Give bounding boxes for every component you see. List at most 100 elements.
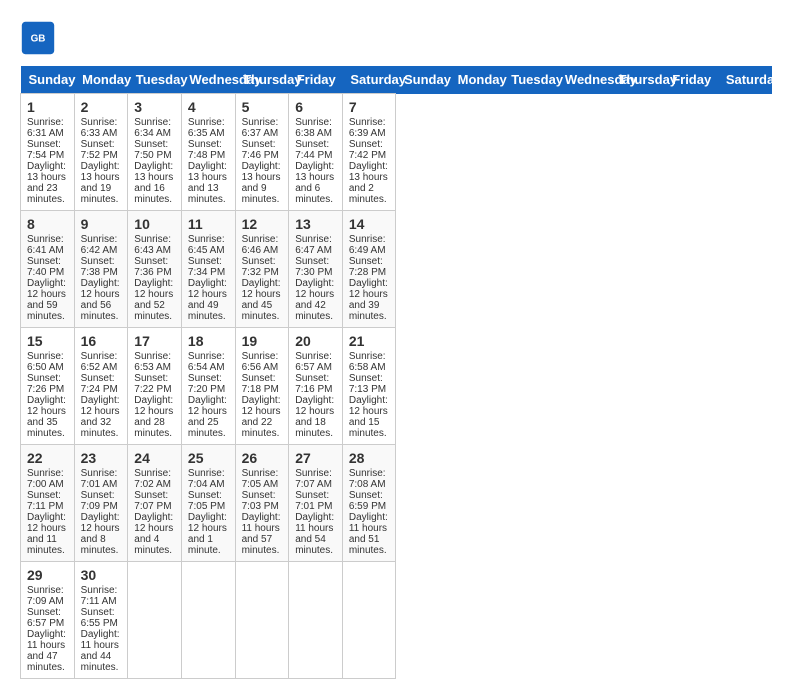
day-number: 28	[349, 450, 390, 466]
table-row: 12Sunrise: 6:46 AMSunset: 7:32 PMDayligh…	[235, 211, 289, 328]
daylight-text: Daylight: 12 hours and 32 minutes.	[81, 395, 120, 439]
table-row: 29Sunrise: 7:09 AMSunset: 6:57 PMDayligh…	[21, 562, 75, 679]
sunrise-text: Sunrise: 7:08 AM	[349, 468, 386, 490]
sunrise-text: Sunrise: 7:04 AM	[188, 468, 225, 490]
calendar-week-row: 1Sunrise: 6:31 AMSunset: 7:54 PMDaylight…	[21, 94, 772, 211]
daylight-text: Daylight: 11 hours and 57 minutes.	[242, 512, 281, 556]
sunrise-text: Sunrise: 7:01 AM	[81, 468, 118, 490]
daylight-text: Daylight: 12 hours and 4 minutes.	[134, 512, 173, 556]
day-number: 5	[242, 99, 283, 115]
sunset-text: Sunset: 6:59 PM	[349, 490, 386, 512]
day-number: 30	[81, 567, 122, 583]
sunset-text: Sunset: 7:46 PM	[242, 139, 279, 161]
daylight-text: Daylight: 12 hours and 59 minutes.	[27, 278, 66, 322]
daylight-text: Daylight: 12 hours and 28 minutes.	[134, 395, 173, 439]
sunset-text: Sunset: 7:42 PM	[349, 139, 386, 161]
header-thursday: Thursday	[235, 66, 289, 94]
sunset-text: Sunset: 7:54 PM	[27, 139, 64, 161]
calendar-header-row: SundayMondayTuesdayWednesdayThursdayFrid…	[21, 66, 772, 94]
table-row: 15Sunrise: 6:50 AMSunset: 7:26 PMDayligh…	[21, 328, 75, 445]
table-row: 25Sunrise: 7:04 AMSunset: 7:05 PMDayligh…	[181, 445, 235, 562]
sunset-text: Sunset: 7:34 PM	[188, 256, 225, 278]
sunrise-text: Sunrise: 7:05 AM	[242, 468, 279, 490]
sunset-text: Sunset: 7:11 PM	[27, 490, 64, 512]
sunrise-text: Sunrise: 6:57 AM	[295, 351, 332, 373]
sunrise-text: Sunrise: 6:41 AM	[27, 234, 64, 256]
sunset-text: Sunset: 7:22 PM	[134, 373, 171, 395]
sunrise-text: Sunrise: 6:31 AM	[27, 117, 64, 139]
daylight-text: Daylight: 11 hours and 51 minutes.	[349, 512, 388, 556]
table-row: 10Sunrise: 6:43 AMSunset: 7:36 PMDayligh…	[128, 211, 182, 328]
calendar-week-row: 8Sunrise: 6:41 AMSunset: 7:40 PMDaylight…	[21, 211, 772, 328]
sunset-text: Sunset: 7:09 PM	[81, 490, 118, 512]
table-row: 27Sunrise: 7:07 AMSunset: 7:01 PMDayligh…	[289, 445, 343, 562]
daylight-text: Daylight: 13 hours and 23 minutes.	[27, 161, 66, 205]
table-row: 26Sunrise: 7:05 AMSunset: 7:03 PMDayligh…	[235, 445, 289, 562]
header-thursday: Thursday	[611, 66, 665, 94]
day-number: 20	[295, 333, 336, 349]
sunset-text: Sunset: 7:32 PM	[242, 256, 279, 278]
sunset-text: Sunset: 7:01 PM	[295, 490, 332, 512]
sunrise-text: Sunrise: 7:07 AM	[295, 468, 332, 490]
calendar-week-row: 15Sunrise: 6:50 AMSunset: 7:26 PMDayligh…	[21, 328, 772, 445]
day-number: 7	[349, 99, 390, 115]
daylight-text: Daylight: 12 hours and 1 minute.	[188, 512, 227, 556]
daylight-text: Daylight: 12 hours and 25 minutes.	[188, 395, 227, 439]
sunset-text: Sunset: 7:44 PM	[295, 139, 332, 161]
sunset-text: Sunset: 7:50 PM	[134, 139, 171, 161]
sunset-text: Sunset: 7:52 PM	[81, 139, 118, 161]
sunrise-text: Sunrise: 6:49 AM	[349, 234, 386, 256]
table-row	[342, 562, 396, 679]
sunset-text: Sunset: 7:40 PM	[27, 256, 64, 278]
sunset-text: Sunset: 7:20 PM	[188, 373, 225, 395]
day-number: 15	[27, 333, 68, 349]
day-number: 10	[134, 216, 175, 232]
day-number: 1	[27, 99, 68, 115]
sunrise-text: Sunrise: 6:43 AM	[134, 234, 171, 256]
sunrise-text: Sunrise: 6:47 AM	[295, 234, 332, 256]
sunrise-text: Sunrise: 6:33 AM	[81, 117, 118, 139]
table-row: 24Sunrise: 7:02 AMSunset: 7:07 PMDayligh…	[128, 445, 182, 562]
daylight-text: Daylight: 12 hours and 49 minutes.	[188, 278, 227, 322]
day-number: 21	[349, 333, 390, 349]
day-number: 29	[27, 567, 68, 583]
day-number: 16	[81, 333, 122, 349]
sunrise-text: Sunrise: 6:45 AM	[188, 234, 225, 256]
daylight-text: Daylight: 12 hours and 42 minutes.	[295, 278, 334, 322]
daylight-text: Daylight: 12 hours and 56 minutes.	[81, 278, 120, 322]
daylight-text: Daylight: 12 hours and 22 minutes.	[242, 395, 281, 439]
header-wednesday: Wednesday	[181, 66, 235, 94]
daylight-text: Daylight: 12 hours and 39 minutes.	[349, 278, 388, 322]
table-row: 14Sunrise: 6:49 AMSunset: 7:28 PMDayligh…	[342, 211, 396, 328]
daylight-text: Daylight: 13 hours and 13 minutes.	[188, 161, 227, 205]
calendar-week-row: 29Sunrise: 7:09 AMSunset: 6:57 PMDayligh…	[21, 562, 772, 679]
daylight-text: Daylight: 13 hours and 16 minutes.	[134, 161, 173, 205]
sunset-text: Sunset: 6:55 PM	[81, 607, 118, 629]
table-row: 30Sunrise: 7:11 AMSunset: 6:55 PMDayligh…	[74, 562, 128, 679]
day-number: 12	[242, 216, 283, 232]
table-row: 9Sunrise: 6:42 AMSunset: 7:38 PMDaylight…	[74, 211, 128, 328]
header-friday: Friday	[289, 66, 343, 94]
sunrise-text: Sunrise: 6:50 AM	[27, 351, 64, 373]
table-row: 18 Sunrise: 6:54 AMSunset: 7:20 PMDayligh…	[181, 328, 235, 445]
day-number: 23	[81, 450, 122, 466]
sunrise-text: Sunrise: 7:00 AM	[27, 468, 64, 490]
table-row: 1 Sunrise: 6:31 AMSunset: 7:54 PMDaylight…	[21, 94, 75, 211]
table-row: 8Sunrise: 6:41 AMSunset: 7:40 PMDaylight…	[21, 211, 75, 328]
sunset-text: Sunset: 7:48 PM	[188, 139, 225, 161]
day-number: 25	[188, 450, 229, 466]
svg-text:GB: GB	[31, 34, 46, 45]
sunset-text: Sunset: 7:13 PM	[349, 373, 386, 395]
daylight-text: Daylight: 12 hours and 35 minutes.	[27, 395, 66, 439]
day-number: 9	[81, 216, 122, 232]
header-saturday: Saturday	[718, 66, 772, 94]
calendar-table: SundayMondayTuesdayWednesdayThursdayFrid…	[20, 66, 772, 679]
table-row: 19Sunrise: 6:56 AMSunset: 7:18 PMDayligh…	[235, 328, 289, 445]
table-row: 21Sunrise: 6:58 AMSunset: 7:13 PMDayligh…	[342, 328, 396, 445]
sunrise-text: Sunrise: 6:37 AM	[242, 117, 279, 139]
table-row	[289, 562, 343, 679]
sunrise-text: Sunrise: 6:54 AM	[188, 351, 225, 373]
day-number: 18	[188, 333, 229, 349]
header-saturday: Saturday	[342, 66, 396, 94]
sunset-text: Sunset: 7:28 PM	[349, 256, 386, 278]
